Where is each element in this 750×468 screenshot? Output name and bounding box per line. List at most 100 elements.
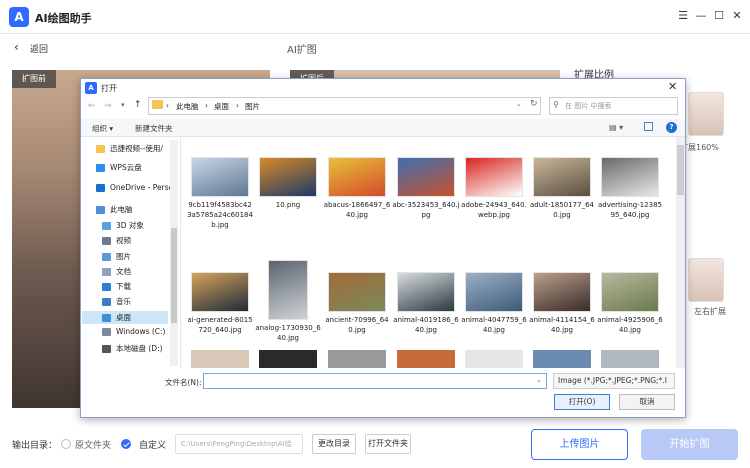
file-thumbnail[interactable] <box>601 350 659 368</box>
file-thumbnail[interactable] <box>397 350 455 368</box>
menu-icon[interactable]: ☰ <box>676 9 690 23</box>
sidebar-item[interactable]: 本地磁盘 (D:) <box>102 343 163 354</box>
file-name: 9cb119f4583bc423a5785a24c60184b.jpg <box>187 201 253 229</box>
start-expand-button[interactable]: 开始扩图 <box>641 429 738 460</box>
sidebar-item[interactable]: 迅捷视频--使用/ <box>96 143 163 154</box>
document-icon <box>102 267 111 276</box>
sidebar-item[interactable]: 此电脑 <box>96 204 133 215</box>
sidebar-item[interactable]: WPS云盘 <box>96 162 142 173</box>
sidebar-item[interactable]: Windows (C:) <box>102 327 165 336</box>
ratio-option-sides[interactable] <box>688 258 724 302</box>
file-name: animal-4019186_640.jpg <box>393 316 459 334</box>
breadcrumb-item[interactable]: 图片 <box>245 101 260 112</box>
new-folder-button[interactable]: 新建文件夹 <box>135 123 173 134</box>
radio-source-label[interactable]: 原文件夹 <box>75 438 111 451</box>
back-arrow-icon[interactable]: ‹ <box>14 40 19 54</box>
search-icon: ⚲ <box>553 100 559 109</box>
nav-up-icon[interactable]: ↑ <box>134 100 142 110</box>
app-title: AI绘图助手 <box>35 12 92 25</box>
dialog-title: 打开 <box>101 84 117 93</box>
chevron-down-icon[interactable]: ⌄ <box>516 100 522 108</box>
upload-image-button[interactable]: 上传图片 <box>531 429 628 460</box>
file-item[interactable]: ancient-70996_640.jpg <box>323 260 391 335</box>
file-thumbnail <box>328 272 386 312</box>
nav-back-icon[interactable]: ← <box>88 101 96 111</box>
sidebar-item[interactable]: 音乐 <box>102 296 131 307</box>
dialog-close-icon[interactable]: ✕ <box>668 80 677 93</box>
sidebar-scroll-thumb[interactable] <box>171 228 177 323</box>
sidebar-item[interactable]: 下载 <box>102 281 131 292</box>
nav-recent-icon[interactable]: ▾ <box>121 101 125 109</box>
filename-input[interactable] <box>203 373 547 389</box>
file-list-scroll-thumb[interactable] <box>677 145 684 195</box>
file-item[interactable]: abacus-1866497_640.jpg <box>323 145 391 220</box>
sidebar-item-label: WPS云盘 <box>110 163 142 172</box>
file-name: animal-4114154_640.jpg <box>529 316 595 334</box>
sidebar-item[interactable]: 3D 对象 <box>102 220 144 231</box>
file-name: adult-1850177_640.jpg <box>530 201 594 219</box>
file-thumbnail[interactable] <box>465 350 523 368</box>
file-item[interactable]: animal-4925906_640.jpg <box>596 260 664 335</box>
chevron-right-icon: › <box>166 101 169 110</box>
file-name: ai-generated-8015720_640.jpg <box>187 316 253 334</box>
file-item[interactable]: 9cb119f4583bc423a5785a24c60184b.jpg <box>186 145 254 230</box>
file-item[interactable]: adobe-24943_640.webp.jpg <box>460 145 528 220</box>
file-name: advertising-1238595_640.jpg <box>597 201 662 219</box>
open-button[interactable]: 打开(O) <box>554 394 610 410</box>
cancel-button[interactable]: 取消 <box>619 394 675 410</box>
sidebar-item[interactable]: OneDrive - Perso <box>96 183 173 192</box>
breadcrumb-item[interactable]: 桌面 <box>214 101 229 112</box>
file-item[interactable]: ai-generated-8015720_640.jpg <box>186 260 254 335</box>
file-item[interactable]: animal-4019186_640.jpg <box>392 260 460 335</box>
sidebar-item-label: 图片 <box>116 252 131 261</box>
sidebar-item[interactable]: 桌面 <box>102 312 131 323</box>
minimize-icon[interactable]: — <box>694 9 708 23</box>
file-thumbnail <box>465 157 523 197</box>
output-path-input[interactable]: C:\Users\FengPing\Desktop\AI绘 <box>175 434 303 454</box>
file-list: 9cb119f4583bc423a5785a24c60184b.jpg 10.pn… <box>182 137 676 368</box>
file-thumbnail[interactable] <box>259 350 317 368</box>
filetype-select[interactable]: Image (*.JPG;*.JPEG;*.PNG;*.I <box>553 373 675 389</box>
file-name: abacus-1866497_640.jpg <box>323 201 391 219</box>
breadcrumb-item[interactable]: 此电脑 <box>176 101 199 112</box>
computer-icon <box>96 205 105 214</box>
radio-custom-label[interactable]: 自定义 <box>139 438 166 451</box>
dialog-app-icon: A <box>85 82 97 94</box>
title-bar <box>0 0 750 34</box>
sidebar-item-label: 音乐 <box>116 297 131 306</box>
file-item[interactable]: abc-3523453_640.jpg <box>392 145 460 220</box>
file-item[interactable]: 10.png <box>254 145 322 210</box>
preview-pane-icon[interactable] <box>644 122 653 131</box>
view-options-icon[interactable]: ▤ ▾ <box>609 123 623 132</box>
ratio-option-160[interactable] <box>688 92 724 136</box>
refresh-icon[interactable]: ↻ <box>530 99 538 109</box>
file-item[interactable]: advertising-1238595_640.jpg <box>596 145 664 220</box>
radio-custom-folder[interactable] <box>121 439 131 449</box>
app-logo: A <box>9 7 29 27</box>
search-input[interactable]: 在 图片 中搜索 <box>549 97 678 115</box>
change-dir-button[interactable]: 更改目录 <box>312 434 356 454</box>
filename-label: 文件名(N): <box>165 378 202 387</box>
chevron-down-icon[interactable]: ⌄ <box>536 376 542 384</box>
radio-source-folder[interactable] <box>61 439 71 449</box>
file-thumbnail <box>601 272 659 312</box>
file-item[interactable]: animal-4047759_640.jpg <box>460 260 528 335</box>
maximize-icon[interactable]: ☐ <box>712 9 726 23</box>
nav-forward-icon[interactable]: → <box>104 101 112 111</box>
file-thumbnail[interactable] <box>533 350 591 368</box>
file-item[interactable]: adult-1850177_640.jpg <box>528 145 596 220</box>
organize-menu[interactable]: 组织 ▾ <box>92 123 113 134</box>
file-item[interactable]: analog-1730930_640.jpg <box>254 260 322 343</box>
help-icon[interactable]: ? <box>666 122 677 133</box>
sidebar-item[interactable]: 图片 <box>102 251 131 262</box>
back-button[interactable]: 返回 <box>30 42 48 55</box>
drive-icon <box>102 327 111 336</box>
close-icon[interactable]: ✕ <box>730 9 744 23</box>
open-folder-button[interactable]: 打开文件夹 <box>365 434 411 454</box>
file-thumbnail <box>397 157 455 197</box>
file-thumbnail[interactable] <box>328 350 386 368</box>
sidebar-item[interactable]: 文档 <box>102 266 131 277</box>
sidebar-item[interactable]: 视频 <box>102 235 131 246</box>
file-item[interactable]: animal-4114154_640.jpg <box>528 260 596 335</box>
file-thumbnail[interactable] <box>191 350 249 368</box>
